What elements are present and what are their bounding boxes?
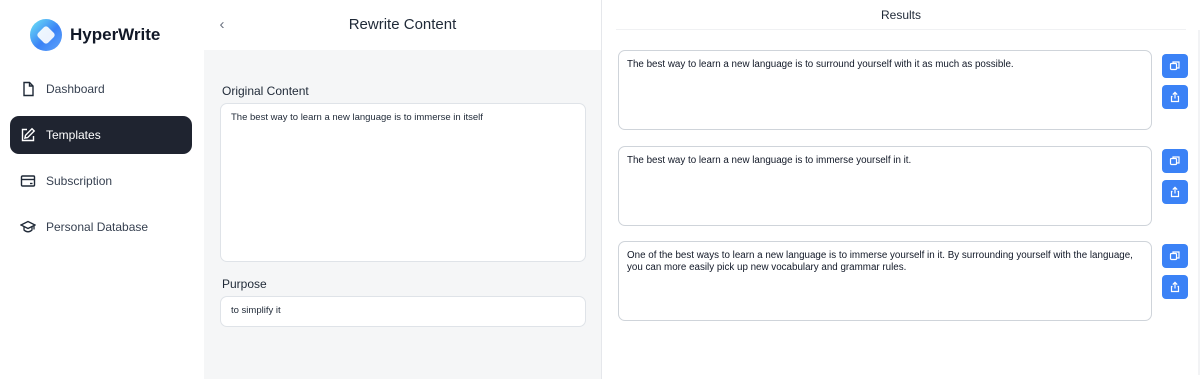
copy-button[interactable]	[1162, 54, 1188, 78]
sidebar-item-subscription[interactable]: Subscription	[10, 162, 192, 200]
sidebar-item-label: Personal Database	[46, 220, 149, 234]
sidebar-item-label: Templates	[46, 128, 101, 142]
copy-button[interactable]	[1162, 244, 1188, 268]
hyperwrite-logo-icon	[30, 19, 62, 51]
purpose-input[interactable]: to simplify it	[220, 296, 586, 327]
original-content-label: Original Content	[222, 84, 309, 98]
result-card[interactable]: The best way to learn a new language is …	[618, 146, 1152, 226]
share-button[interactable]	[1162, 85, 1188, 109]
results-title: Results	[880, 8, 921, 22]
copy-icon	[1169, 156, 1180, 166]
sidebar-item-label: Dashboard	[46, 82, 105, 96]
share-button[interactable]	[1162, 275, 1188, 299]
sidebar-item-templates[interactable]: Templates	[10, 116, 192, 154]
editor-panel: ‹ Rewrite Content Original Content The b…	[204, 0, 601, 379]
brand[interactable]: HyperWrite	[30, 18, 160, 52]
editor-header: ‹ Rewrite Content	[204, 0, 601, 50]
document-icon	[20, 81, 36, 97]
results-panel: Results The best way to learn a new lang…	[602, 0, 1200, 379]
copy-icon	[1169, 61, 1180, 71]
sidebar-nav: Dashboard Templates Subscription Persona…	[10, 70, 192, 254]
share-icon	[1170, 281, 1180, 293]
share-icon	[1170, 91, 1180, 103]
copy-button[interactable]	[1162, 149, 1188, 173]
purpose-label: Purpose	[222, 277, 267, 291]
share-icon	[1170, 186, 1180, 198]
original-content-input[interactable]: The best way to learn a new language is …	[220, 103, 586, 262]
card-icon	[20, 173, 36, 189]
sidebar: HyperWrite Dashboard Templates Subscript…	[0, 0, 204, 379]
result-card[interactable]: One of the best ways to learn a new lang…	[618, 241, 1152, 321]
page-title: Rewrite Content	[348, 16, 457, 33]
result-card[interactable]: The best way to learn a new language is …	[618, 50, 1152, 130]
results-divider	[616, 29, 1186, 30]
sidebar-item-personal-database[interactable]: Personal Database	[10, 208, 192, 246]
brand-name: HyperWrite	[70, 25, 161, 44]
sidebar-item-label: Subscription	[46, 174, 113, 188]
edit-icon	[20, 127, 36, 143]
sidebar-item-dashboard[interactable]: Dashboard	[10, 70, 192, 108]
copy-icon	[1169, 251, 1180, 261]
graduation-cap-icon	[20, 219, 36, 235]
share-button[interactable]	[1162, 180, 1188, 204]
